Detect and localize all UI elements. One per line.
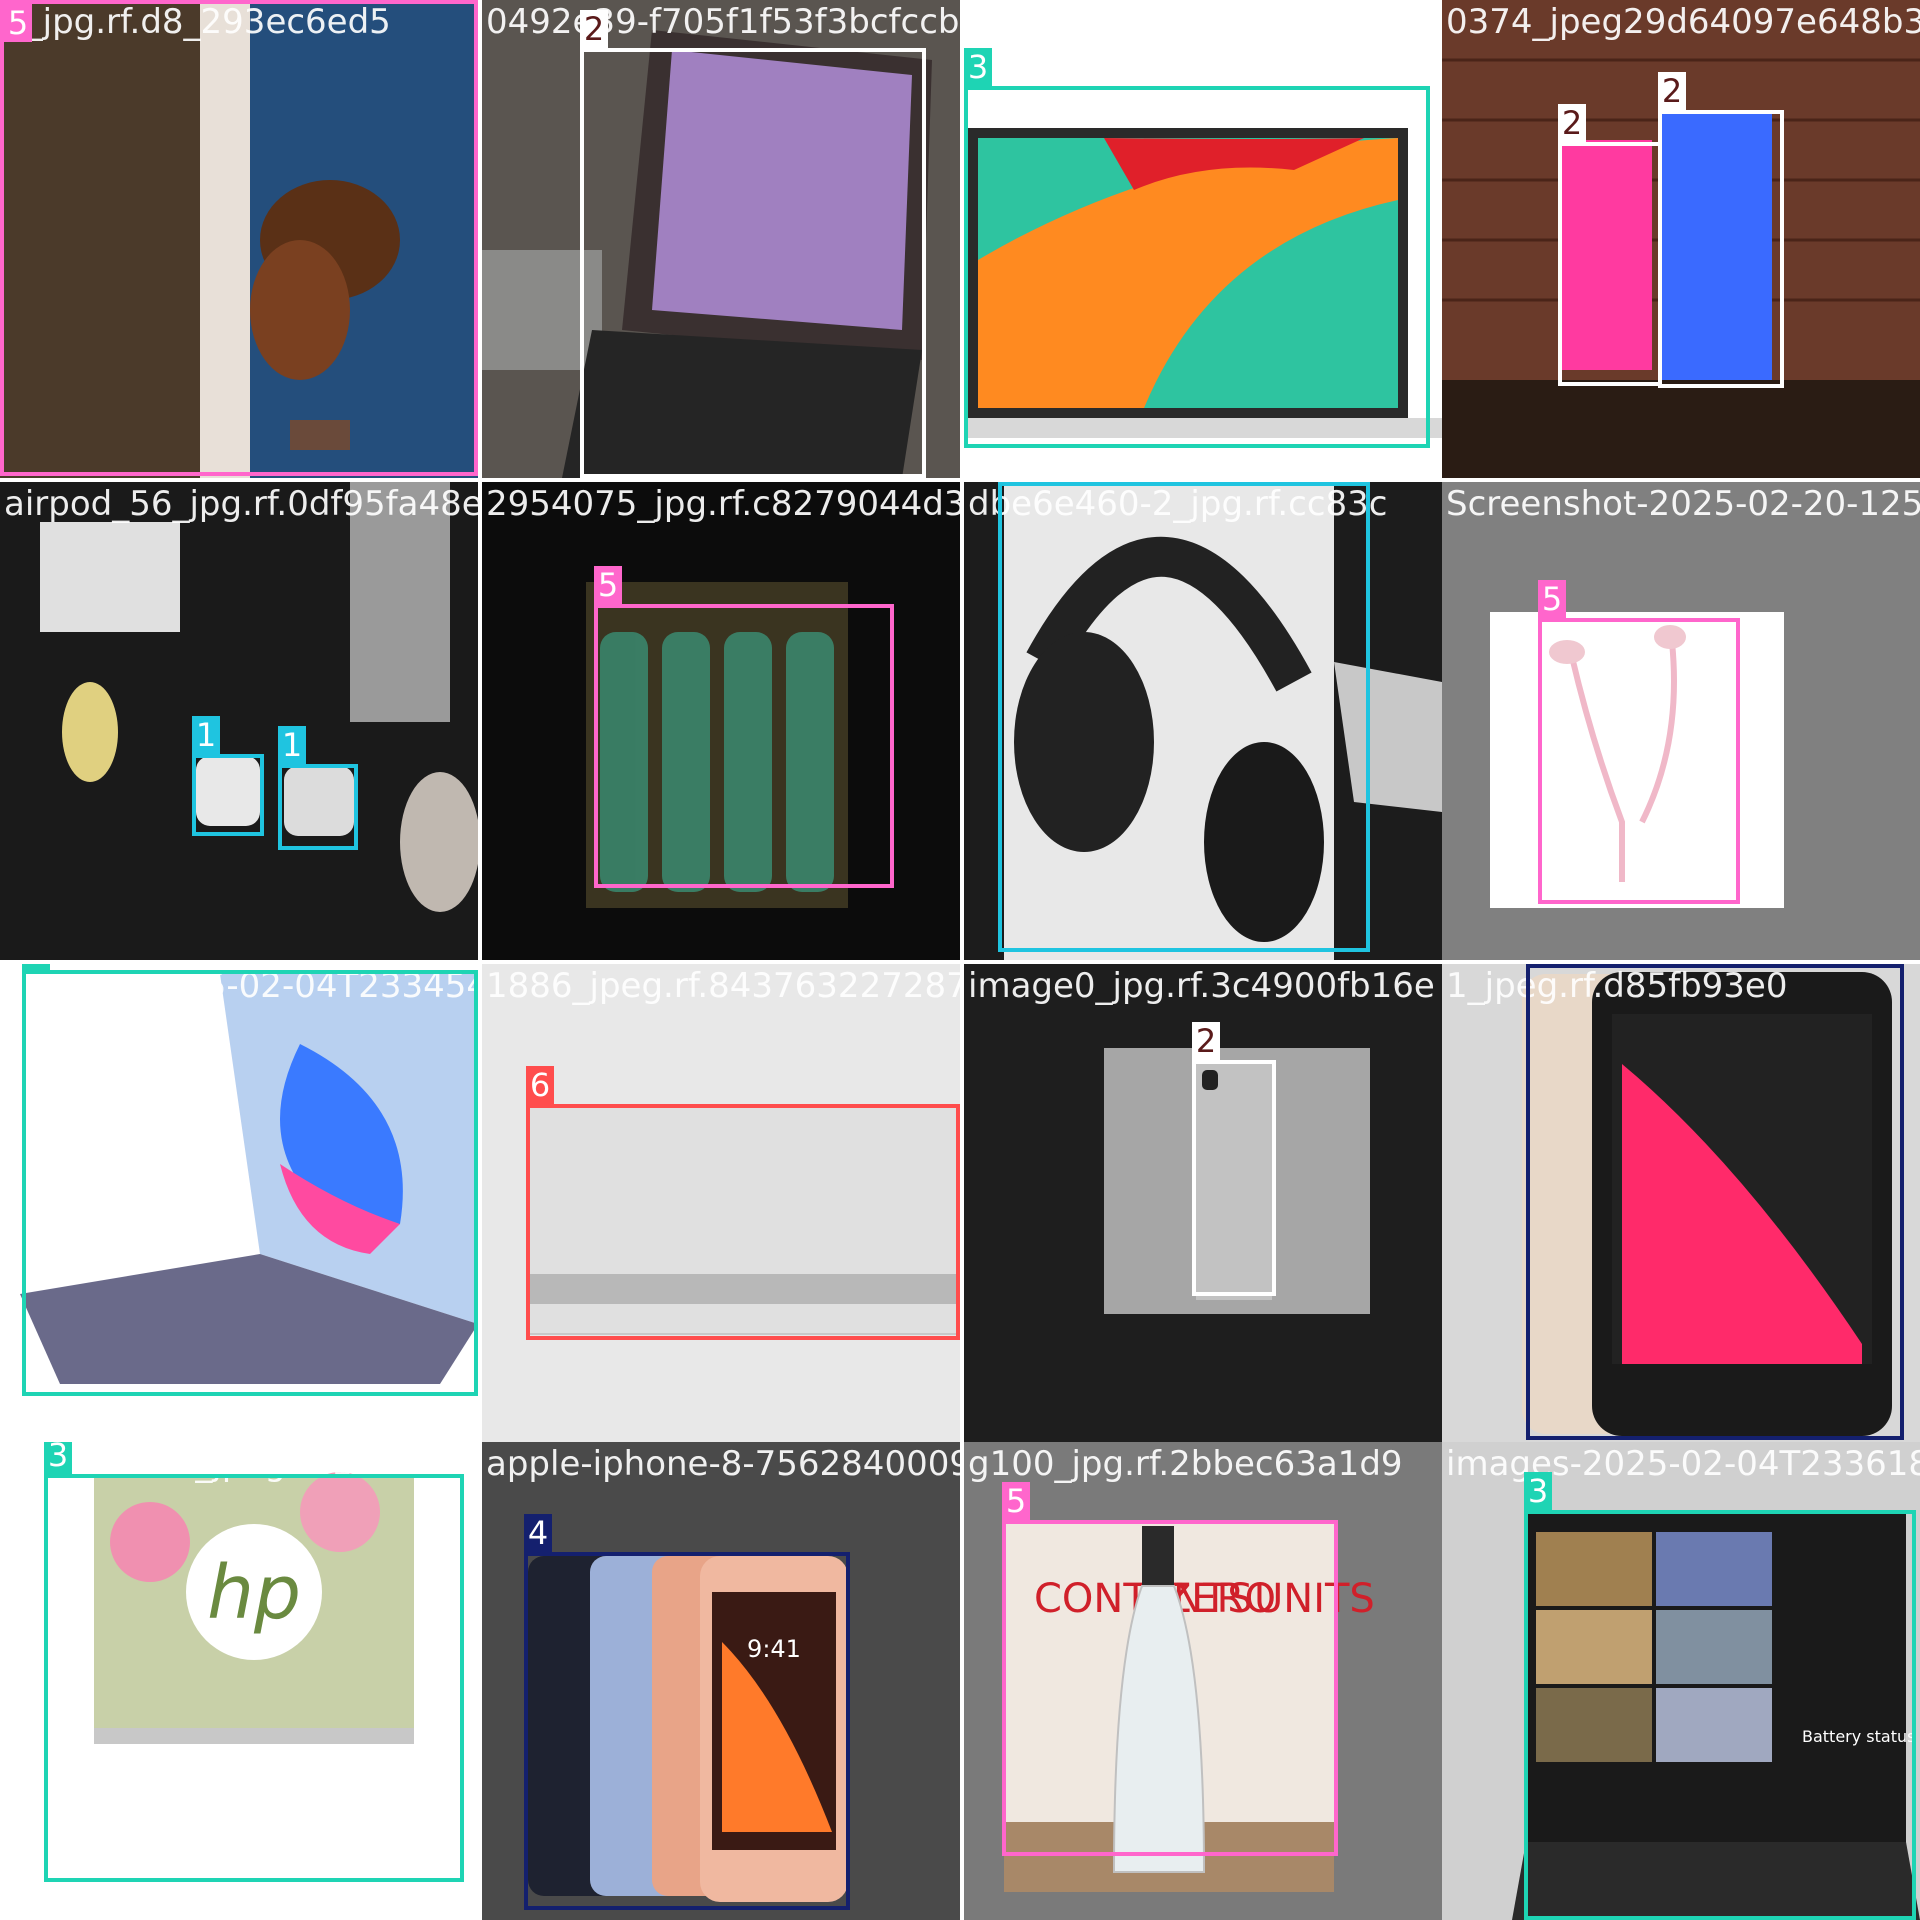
tile-bottle-contents: CONTENTS ZERO UNITS g100_jpg.rf.2bbec63a… (964, 1442, 1442, 1920)
bounding-box: 5 (1538, 580, 1740, 904)
tile-filename: 0492e39-f705f1f53f3bcfccb7e (486, 2, 960, 42)
bounding-box: 2 (1658, 72, 1784, 388)
tile-headphones: dbe6e460-2_jpg.rf.cc83c 1 (964, 482, 1442, 960)
tile-ipad-keyboard: 0492e39-f705f1f53f3bcfccb7e 2 (482, 0, 960, 478)
tile-hp-laptop: hp images-17-_jpeg.rf.11d0a28 3 (0, 1442, 478, 1920)
tile-laptop-orange: images-2025-02-04T231916 3 (964, 0, 1442, 478)
airpods-desk-image (0, 482, 478, 960)
bounding-box: 2 (580, 10, 926, 478)
bounding-box: 5 (0, 0, 478, 476)
bounding-box: 5 (594, 566, 894, 888)
class-label: 3 (1524, 1472, 1552, 1510)
tile-filename: 2954075_jpg.rf.c8279044d3576f9b (486, 484, 960, 524)
class-label: 3 (22, 964, 50, 970)
tile-jacket-outfit: 0_jpg.rf.d8_293ec6ed5 5 (0, 0, 478, 478)
tile-filename: images-2025-02-04T231916 (968, 2, 1442, 42)
class-label: 4 (1526, 964, 1554, 968)
tile-laptop-bloom: images-2025-02-04T233454 3 (0, 964, 478, 1442)
class-label: 4 (524, 1514, 552, 1552)
bounding-box: 5 (1002, 1482, 1338, 1856)
class-label: 5 (1538, 580, 1566, 618)
tile-glass-bottles: 2954075_jpg.rf.c8279044d3576f9b 5 (482, 482, 960, 960)
bounding-box: 1 (192, 716, 264, 836)
class-label: 3 (964, 48, 992, 86)
tile-air-conditioner: 1886_jpeg.rf.8437632272876 6 (482, 964, 960, 1442)
tile-iphones-pair: 1_jpeg.rf.d85fb93e0 4 (1442, 964, 1920, 1442)
tile-filename: airpod_56_jpg.rf.0df95fa48e (4, 484, 478, 524)
bounding-box: 4 (524, 1514, 850, 1910)
class-label: 5 (4, 4, 32, 42)
bounding-box: 2 (1558, 104, 1662, 386)
tile-filename: g100_jpg.rf.2bbec63a1d9 (968, 1444, 1403, 1484)
bounding-box: 3 (964, 48, 1430, 448)
tile-laptop-videocall: Battery status images-2025-02-04T233618 … (1442, 1442, 1920, 1920)
tile-ipad-back: image0_jpg.rf.3c4900fb16e 2 (964, 964, 1442, 1442)
tile-filename: Screenshot-2025-02-20-125 (1446, 484, 1920, 524)
tile-two-ipads-brick: 0374_jpeg29d64097e648b39 2 2 (1442, 0, 1920, 478)
bounding-box: 6 (526, 1066, 960, 1340)
class-label: 5 (594, 566, 622, 604)
class-label: 2 (1558, 104, 1586, 142)
bounding-box: 3 (44, 1442, 464, 1882)
bounding-box: 3 (1524, 1472, 1916, 1920)
tile-filename: apple-iphone-8-7562840009 (486, 1444, 960, 1484)
class-label: 6 (526, 1066, 554, 1104)
class-label: 3 (44, 1442, 72, 1474)
bounding-box: 4 (1526, 964, 1904, 1440)
class-label: 2 (1658, 72, 1686, 110)
bounding-box: 3 (22, 964, 478, 1396)
tile-filename: 1886_jpeg.rf.8437632272876 (486, 966, 960, 1006)
class-label: 2 (1192, 1022, 1220, 1060)
bounding-box: 1 (998, 482, 1370, 952)
mosaic-grid: 0_jpg.rf.d8_293ec6ed5 5 0492e39-f705f1f5… (0, 0, 1920, 1920)
class-label: 1 (192, 716, 220, 754)
tile-filename: 0374_jpeg29d64097e648b39 (1446, 2, 1920, 42)
class-label: 1 (278, 726, 306, 764)
tile-airpods-desk: airpod_56_jpg.rf.0df95fa48e 1 1 (0, 482, 478, 960)
tile-filename: images-2025-02-04T233618 (1446, 1444, 1920, 1484)
class-label: 2 (580, 10, 608, 48)
bounding-box: 1 (278, 726, 358, 850)
bounding-box: 2 (1192, 1022, 1276, 1296)
tile-iphone-colors: 9:41 apple-iphone-8-7562840009 4 (482, 1442, 960, 1920)
class-label: 5 (1002, 1482, 1030, 1520)
tile-earphones: Screenshot-2025-02-20-125 5 (1442, 482, 1920, 960)
class-label: 1 (998, 482, 1026, 486)
tile-filename: image0_jpg.rf.3c4900fb16e (968, 966, 1435, 1006)
